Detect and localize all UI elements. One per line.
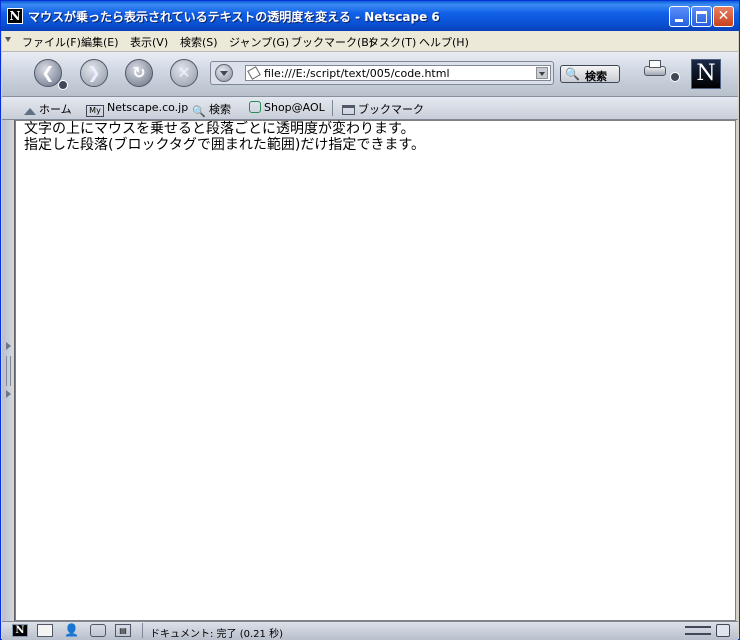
minimize-button[interactable] — [669, 6, 690, 27]
menu-go[interactable]: ジャンプ(G) — [229, 34, 289, 50]
search-icon: 🔍 — [192, 105, 206, 118]
menu-view[interactable]: 表示(V) — [130, 34, 168, 50]
shop-icon — [249, 101, 261, 113]
sidebar-grip-lines — [6, 356, 11, 386]
online-status-icon[interactable] — [685, 626, 711, 635]
print-dropdown-icon[interactable] — [670, 72, 680, 82]
personal-toolbar: ホーム My Netscape.co.jp 🔍 検索 Shop@AOL ブックマーク — [2, 97, 738, 120]
address-book-icon[interactable]: ▤ — [115, 624, 131, 637]
status-separator — [142, 623, 143, 638]
bookmarks-folder-label: ブックマーク — [358, 103, 424, 116]
location-history-button[interactable] — [215, 64, 233, 82]
navigation-toolbar: ❮ ❯ ↻ ✕ file:///E:/script/text/005/code.… — [2, 52, 738, 97]
stop-icon: ✕ — [177, 63, 191, 82]
bookmark-my-netscape[interactable]: My Netscape.co.jp — [86, 101, 188, 117]
bookmark-search[interactable]: 🔍 検索 — [192, 101, 231, 118]
magnifier-icon: 🔍 — [565, 67, 580, 81]
back-history-dropdown-icon[interactable] — [58, 80, 68, 90]
printer-paper-icon — [649, 60, 661, 68]
menubar-grip-icon[interactable] — [5, 37, 11, 42]
home-icon — [24, 108, 36, 115]
status-bar: N 👤 ▤ ドキュメント: 完了 (0.21 秒) — [2, 621, 738, 640]
sidebar-grippy[interactable] — [2, 120, 15, 621]
sidebar-expand-icon — [6, 342, 11, 350]
mail-icon[interactable] — [37, 624, 53, 637]
forward-arrow-icon: ❯ — [87, 63, 101, 82]
url-input[interactable]: file:///E:/script/text/005/code.html — [245, 65, 551, 81]
close-button[interactable]: ✕ — [713, 6, 734, 27]
status-text: ドキュメント: 完了 (0.21 秒) — [150, 629, 283, 640]
stop-button[interactable]: ✕ — [170, 59, 198, 87]
netscape-logo[interactable]: N — [691, 59, 721, 89]
reload-button[interactable]: ↻ — [125, 59, 153, 87]
content-area: 文字の上にマウスを乗せると段落ごとに透明度が変わります。 指定した段落(ブロック… — [2, 120, 738, 621]
bookmark-search-label: 検索 — [209, 103, 231, 116]
title-bar[interactable]: N マウスが乗ったら表示されているテキストの透明度を変える - Netscape… — [1, 1, 739, 31]
browser-window: N マウスが乗ったら表示されているテキストの透明度を変える - Netscape… — [0, 0, 740, 640]
bookmark-home-label: ホーム — [39, 103, 72, 116]
menu-bookmarks[interactable]: ブックマーク(B) — [291, 34, 373, 50]
paragraph-1: 文字の上にマウスを乗せると段落ごとに透明度が変わります。 — [24, 121, 415, 137]
minimize-icon — [675, 19, 683, 22]
netscape-app-icon[interactable]: N — [7, 8, 23, 24]
my-netscape-icon: My — [86, 105, 104, 117]
chevron-down-icon — [220, 71, 228, 76]
menu-bar: ファイル(F) 編集(E) 表示(V) 検索(S) ジャンプ(G) ブックマーク… — [2, 31, 738, 52]
window-title: マウスが乗ったら表示されているテキストの透明度を変える - Netscape 6 — [28, 10, 440, 24]
sidebar-expand-icon-lower — [6, 390, 11, 398]
menu-search[interactable]: 検索(S) — [180, 34, 218, 50]
bookmark-home[interactable]: ホーム — [24, 101, 72, 117]
maximize-icon — [696, 11, 707, 23]
instant-messenger-icon[interactable]: 👤 — [64, 624, 80, 637]
maximize-button[interactable] — [691, 6, 712, 27]
location-bar: file:///E:/script/text/005/code.html — [210, 61, 554, 85]
page-proxy-icon[interactable] — [247, 66, 261, 80]
bookmark-separator — [332, 100, 333, 116]
url-text: file:///E:/script/text/005/code.html — [264, 67, 450, 80]
url-dropdown-arrow-icon[interactable] — [536, 67, 548, 79]
search-button[interactable]: 🔍 検索 — [560, 65, 620, 83]
page-content[interactable]: 文字の上にマウスを乗せると段落ごとに透明度が変わります。 指定した段落(ブロック… — [15, 120, 736, 621]
bookmark-shop-aol-label: Shop@AOL — [264, 101, 325, 114]
back-arrow-icon: ❮ — [41, 63, 55, 82]
composer-icon[interactable] — [90, 624, 106, 637]
netscape-taskbar-icon[interactable]: N — [12, 624, 28, 637]
print-button[interactable] — [644, 60, 680, 82]
reload-icon: ↻ — [132, 63, 146, 82]
bookmark-shop-aol[interactable]: Shop@AOL — [249, 101, 325, 114]
forward-button[interactable]: ❯ — [80, 59, 108, 87]
bookmarks-folder[interactable]: ブックマーク — [342, 101, 424, 117]
security-lock-icon[interactable] — [716, 624, 730, 637]
menu-help[interactable]: ヘルプ(H) — [419, 34, 469, 50]
search-button-label: 検索 — [585, 70, 607, 83]
paragraph-2: 指定した段落(ブロックタグで囲まれた範囲)だけ指定できます。 — [24, 137, 425, 153]
folder-icon — [342, 105, 355, 115]
menu-tasks[interactable]: タスク(T) — [368, 34, 416, 50]
bookmark-my-netscape-label: Netscape.co.jp — [107, 101, 189, 114]
menu-edit[interactable]: 編集(E) — [81, 34, 119, 50]
menu-file[interactable]: ファイル(F) — [22, 34, 81, 50]
close-icon: ✕ — [717, 8, 730, 24]
